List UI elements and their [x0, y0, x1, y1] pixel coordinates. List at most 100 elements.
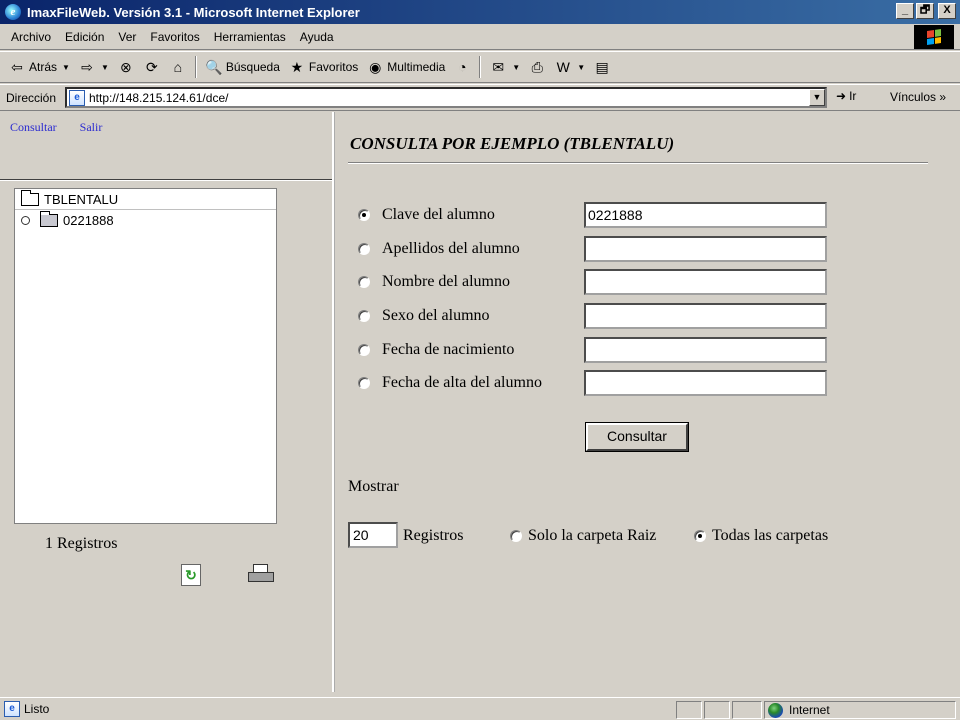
record-limit-unit: Registros: [403, 527, 464, 544]
left-divider: [0, 179, 332, 181]
toolbar: ⇦ Atrás ▼ ⇨ ▼ ⊗ ⟳ ⌂ 🔍 Búsqueda ★ Favorit…: [0, 51, 960, 83]
go-label: Ir: [849, 89, 857, 103]
field-radio-nacimiento[interactable]: [358, 344, 370, 356]
tree-item[interactable]: 0221888: [15, 210, 276, 231]
zone-label: Internet: [789, 703, 830, 717]
record-limit-input[interactable]: [348, 522, 398, 548]
salir-link[interactable]: Salir: [80, 120, 103, 134]
refresh-button[interactable]: ⟳: [139, 56, 165, 78]
toolbar-separator: [194, 56, 197, 78]
mail-icon: ✉: [492, 59, 505, 75]
search-label: Búsqueda: [225, 60, 280, 74]
search-button[interactable]: 🔍 Búsqueda: [201, 56, 284, 78]
home-button[interactable]: ⌂: [165, 56, 191, 78]
page-status-icon: e: [4, 701, 20, 717]
page-title: CONSULTA POR EJEMPLO (TBLENTALU): [350, 134, 675, 153]
forward-button[interactable]: ⇨ ▼: [74, 56, 113, 78]
menu-edicion[interactable]: Edición: [58, 28, 111, 46]
address-url: http://148.215.124.61/dce/: [89, 90, 229, 105]
field-row-nacimiento: Fecha de nacimiento: [358, 337, 514, 363]
links-button[interactable]: Vínculos »: [890, 90, 946, 104]
address-dropdown-icon[interactable]: ▼: [809, 89, 825, 106]
globe-icon: [768, 702, 783, 718]
tree-item-radio[interactable]: [21, 216, 30, 225]
field-radio-alta[interactable]: [358, 377, 370, 389]
scope-option-all[interactable]: Todas las carpetas: [694, 527, 828, 545]
multimedia-label: Multimedia: [387, 60, 446, 74]
favorites-icon: ★: [290, 59, 304, 75]
history-button[interactable]: ◔: [449, 56, 475, 78]
folder-icon: [40, 211, 58, 227]
favorites-button[interactable]: ★ Favoritos: [284, 56, 362, 78]
clave-input[interactable]: [584, 202, 827, 228]
search-icon: 🔍: [205, 59, 223, 75]
consultar-button[interactable]: Consultar: [585, 422, 689, 452]
address-input[interactable]: e http://148.215.124.61/dce/ ▼: [65, 87, 827, 108]
minimize-button[interactable]: _: [896, 3, 914, 19]
menu-ver[interactable]: Ver: [111, 28, 143, 46]
edit-dropdown-icon[interactable]: ▼: [577, 63, 585, 72]
word-edit-icon: W: [556, 59, 570, 75]
field-label-alta: Fecha de alta del alumno: [382, 374, 542, 391]
query-frame: CONSULTA POR EJEMPLO (TBLENTALU) Clave d…: [338, 112, 960, 692]
tree-root[interactable]: TBLENTALU: [15, 189, 276, 210]
tree-item-label: 0221888: [63, 213, 114, 228]
stop-button[interactable]: ⊗: [113, 56, 139, 78]
status-bar: e Listo Internet: [0, 697, 960, 720]
menu-bar: Archivo Edición Ver Favoritos Herramient…: [0, 24, 960, 50]
window-title: ImaxFileWeb. Versión 3.1 - Microsoft Int…: [27, 4, 360, 20]
consultar-link[interactable]: Consultar: [10, 120, 57, 134]
field-radio-nombre[interactable]: [358, 276, 370, 288]
mail-dropdown-icon[interactable]: ▼: [512, 63, 520, 72]
scope-radio-root[interactable]: [510, 530, 522, 542]
discuss-icon: ▤: [595, 59, 609, 75]
mail-button[interactable]: ✉ ▼: [485, 56, 524, 78]
field-label-nombre: Nombre del alumno: [382, 273, 510, 290]
forward-dropdown-icon[interactable]: ▼: [101, 63, 109, 72]
internet-explorer-icon: e: [5, 4, 21, 20]
menu-archivo[interactable]: Archivo: [4, 28, 58, 46]
scope-radio-all[interactable]: [694, 530, 706, 542]
history-icon: ◔: [458, 59, 467, 75]
top-nav: Consultar Salir: [10, 120, 122, 135]
back-dropdown-icon[interactable]: ▼: [62, 63, 70, 72]
menu-ayuda[interactable]: Ayuda: [293, 28, 341, 46]
scope-option-root[interactable]: Solo la carpeta Raiz: [510, 527, 656, 545]
refresh-icon[interactable]: ↻: [181, 564, 201, 586]
back-button[interactable]: ⇦ Atrás ▼: [4, 56, 74, 78]
nombre-input[interactable]: [584, 269, 827, 295]
field-label-sexo: Sexo del alumno: [382, 307, 490, 324]
maximize-button[interactable]: 🗗: [916, 3, 934, 19]
multimedia-icon: ◉: [369, 59, 382, 75]
window-controls: _ 🗗 X: [896, 3, 956, 19]
title-divider: [348, 162, 928, 164]
close-button[interactable]: X: [938, 3, 956, 19]
edit-button[interactable]: W ▼: [550, 56, 589, 78]
field-radio-clave[interactable]: [358, 209, 370, 221]
alta-input[interactable]: [584, 370, 827, 396]
field-label-nacimiento: Fecha de nacimiento: [382, 341, 515, 358]
scope-label-root: Solo la carpeta Raiz: [528, 527, 657, 544]
nacimiento-input[interactable]: [584, 337, 827, 363]
print-icon[interactable]: [248, 564, 274, 586]
menu-herramientas[interactable]: Herramientas: [207, 28, 293, 46]
refresh-page-icon: ⟳: [145, 59, 158, 75]
go-button[interactable]: ➜ Ir: [836, 89, 856, 103]
forward-arrow-icon: ⇨: [81, 59, 93, 75]
favorites-label: Favoritos: [308, 60, 359, 74]
sexo-input[interactable]: [584, 303, 827, 329]
print-button[interactable]: ⎙: [524, 56, 550, 78]
back-label: Atrás: [29, 60, 58, 74]
menu-favoritos[interactable]: Favoritos: [143, 28, 206, 46]
address-label: Dirección: [6, 90, 57, 105]
discuss-button[interactable]: ▤: [589, 56, 615, 78]
toolbar-separator: [479, 56, 482, 78]
field-radio-apellidos[interactable]: [358, 243, 370, 255]
field-label-clave: Clave del alumno: [382, 206, 495, 223]
stop-icon: ⊗: [119, 59, 132, 75]
field-radio-sexo[interactable]: [358, 310, 370, 322]
multimedia-button[interactable]: ◉ Multimedia: [362, 56, 449, 78]
left-frame: Consultar Salir TBLENTALU 0221888 1 Regi…: [0, 112, 335, 692]
status-text: Listo: [24, 702, 50, 716]
apellidos-input[interactable]: [584, 236, 827, 262]
